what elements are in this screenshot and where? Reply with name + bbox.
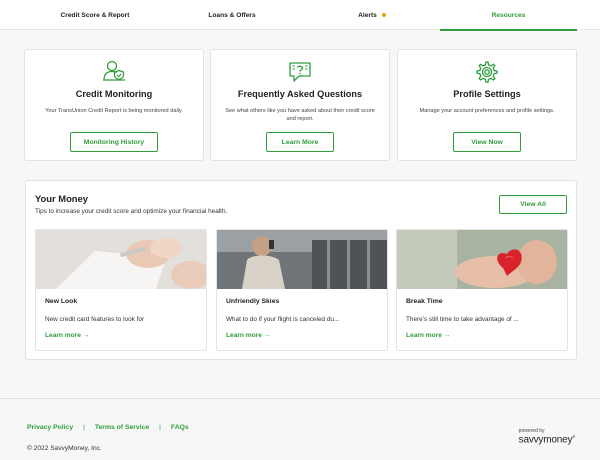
article-description: What to do if your flight is canceled du… [226,316,340,323]
article-card-new-look[interactable]: New Look New credit card features to loo… [35,229,207,351]
footer-links: Privacy Policy | Terms of Service | FAQs [27,424,189,431]
arrow-right-icon: → [263,332,271,339]
separator: | [159,424,161,431]
article-card-break-time[interactable]: Break Time There's still time to take ad… [396,229,568,351]
terms-of-service-link[interactable]: Terms of Service [95,424,149,431]
article-description: There's still time to take advantage of … [406,316,519,323]
learn-more-link[interactable]: Learn more → [406,332,450,339]
learn-more-link[interactable]: Learn more → [45,332,89,339]
credit-monitoring-card: Credit Monitoring Your TransUnion Credit… [24,49,204,161]
savvymoney-logo: savvymoney® [518,434,576,446]
profile-settings-card: Profile Settings Manage your account pre… [397,49,577,161]
tab-resources[interactable]: Resources [440,0,577,31]
copyright-text: © 2022 SavvyMoney, Inc. [27,445,102,452]
article-image-hand-writing [36,230,206,289]
your-money-section: Your Money Tips to increase your credit … [25,180,577,360]
card-description: Your TransUnion Credit Report is being m… [45,108,183,114]
tab-label: Alerts [358,11,377,19]
tab-label: Credit Score & Report [60,11,130,19]
powered-by-logo: powered by savvymoney® [518,428,576,446]
faqs-link[interactable]: FAQs [171,424,189,431]
article-description: New credit card features to look for [45,316,145,323]
article-image-airport-phone [217,230,387,289]
learn-more-button[interactable]: Learn More [266,132,334,152]
article-title: Break Time [406,298,443,305]
alert-indicator-dot [381,13,386,17]
tab-credit-score-report[interactable]: Credit Score & Report [40,0,150,30]
separator: | [83,424,85,431]
tab-label: Resources [491,11,526,19]
top-navigation: Credit Score & Report Loans & Offers Ale… [0,0,600,31]
arrow-right-icon: → [82,332,90,339]
chat-question-icon [289,62,311,82]
tab-label: Loans & Offers [208,11,256,19]
footer-divider [0,398,600,399]
privacy-policy-link[interactable]: Privacy Policy [27,424,73,431]
view-all-button[interactable]: View All [499,195,567,214]
tab-alerts[interactable]: Alerts [318,0,426,30]
learn-more-label: Learn more [226,332,262,339]
article-image-heart-hands [397,230,567,289]
brand-name: savvymoney [518,434,573,446]
card-title: Frequently Asked Questions [237,89,363,99]
section-title: Your Money [35,193,88,204]
gear-icon [476,61,498,83]
card-description: See what others like you have asked abou… [225,108,375,122]
faq-card: Frequently Asked Questions See what othe… [210,49,390,161]
article-title: New Look [45,298,78,305]
tab-loans-offers[interactable]: Loans & Offers [178,0,286,30]
learn-more-label: Learn more [406,332,442,339]
learn-more-link[interactable]: Learn more → [226,332,270,339]
section-subtitle: Tips to increase your credit score and o… [35,208,228,215]
card-title: Profile Settings [453,89,521,99]
card-description: Manage your account preferences and prof… [419,108,555,114]
learn-more-label: Learn more [45,332,81,339]
person-shield-icon [103,60,125,81]
article-card-unfriendly-skies[interactable]: Unfriendly Skies What to do if your flig… [216,229,388,351]
arrow-right-icon: → [443,332,451,339]
view-now-button[interactable]: View Now [453,132,521,152]
article-title: Unfriendly Skies [226,298,280,305]
card-title: Credit Monitoring [75,89,153,99]
monitoring-history-button[interactable]: Monitoring History [70,132,158,152]
